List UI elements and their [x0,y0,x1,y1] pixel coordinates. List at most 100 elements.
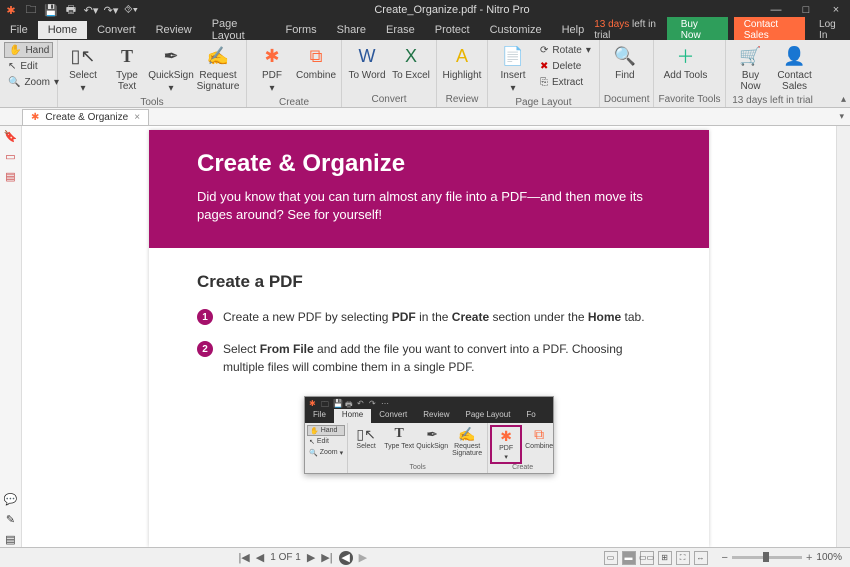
quick-access-toolbar: ✱ 🗀 💾 🖶 ↶▾ ↷▾ ⯑▾ [4,3,138,17]
minimize-button[interactable]: — [766,4,786,16]
zoom-in-button[interactable]: + [806,552,812,564]
view-single-button[interactable]: ▭ [604,551,618,565]
excel-icon: X [399,44,423,68]
tab-customize[interactable]: Customize [480,21,552,39]
document-viewport[interactable]: Create & Organize Did you know that you … [22,126,836,547]
delete-button[interactable]: ✖Delete [536,58,595,74]
tab-forms[interactable]: Forms [275,21,326,39]
step-number-2: 2 [197,341,213,357]
layers-icon[interactable]: ▤ [4,533,18,547]
tab-erase[interactable]: Erase [376,21,425,39]
vertical-scrollbar[interactable] [836,126,850,547]
close-button[interactable]: × [826,4,846,16]
cursor-icon: ↖ [8,61,16,72]
doc-header: Create & Organize Did you know that you … [149,130,709,248]
doc-subtitle: Did you know that you can turn almost an… [197,188,661,224]
tab-home[interactable]: Home [38,21,87,39]
combine-button[interactable]: ⧉Combine [295,42,337,83]
menu-bar: File Home Convert Review Page Layout For… [0,20,850,40]
step-1-text: Create a new PDF by selecting PDF in the… [223,308,645,326]
attachments-icon[interactable]: ▤ [4,170,18,184]
maximize-button[interactable]: □ [796,4,816,16]
inner-tabs: File Home Convert Review Page Layout Fo [305,409,553,423]
extract-button[interactable]: ⎘Extract [536,74,595,90]
cart-icon: 🛒 [739,44,763,68]
redo-icon[interactable]: ↷▾ [104,3,118,17]
to-excel-button[interactable]: XTo Excel [390,42,432,83]
request-signature-button[interactable]: ✍Request Signature [194,42,242,94]
document-tab-close[interactable]: × [134,112,140,123]
pdf-button[interactable]: ✱PDF▾ [251,42,293,96]
view-fullscreen-button[interactable]: ⛶ [676,551,690,565]
delete-icon: ✖ [540,61,548,72]
page-navigator: |◀ ◀ 1 OF 1 ▶ ▶| ◀ ▶ [8,551,598,565]
print-icon[interactable]: 🖶 [64,3,78,17]
insert-button[interactable]: 📄Insert▾ [492,42,534,96]
extract-icon: ⎘ [540,77,548,88]
open-icon[interactable]: 🗀 [24,3,38,17]
main-area: 🔖 ▭ ▤ 💬 ✎ ▤ Create & Organize Did you kn… [0,126,850,547]
tab-protect[interactable]: Protect [425,21,480,39]
tab-convert[interactable]: Convert [87,21,146,39]
find-button[interactable]: 🔍Find [604,42,646,83]
last-page-button[interactable]: ▶| [321,551,332,564]
type-text-button[interactable]: TType Text [106,42,148,94]
group-label-tools: Tools [62,96,242,110]
tab-share[interactable]: Share [327,21,376,39]
tabs-dropdown[interactable]: ▾ [839,111,844,122]
step-2-text: Select From File and add the file you wa… [223,340,661,376]
pdf-icon: ✱ [260,44,284,68]
view-facing-button[interactable]: ▭▭ [640,551,654,565]
zoom-tool[interactable]: 🔍Zoom ▾ [4,74,53,90]
undo-icon[interactable]: ↶▾ [84,3,98,17]
nav-back-button[interactable]: ◀ [339,551,353,565]
hand-tool[interactable]: ✋Hand [4,42,53,58]
comments-icon[interactable]: 💬 [4,493,18,507]
tab-review[interactable]: Review [146,21,202,39]
next-page-button[interactable]: ▶ [307,551,315,564]
document-tab[interactable]: ✱ Create & Organize × [22,109,149,125]
find-icon: 🔍 [613,44,637,68]
prev-page-button[interactable]: ◀ [256,551,264,564]
zoom-slider[interactable] [732,556,802,559]
view-facing-cont-button[interactable]: ⊞ [658,551,672,565]
pages-icon[interactable]: ▭ [4,150,18,164]
tab-file[interactable]: File [0,21,38,39]
zoom-level[interactable]: 100% [816,552,842,563]
buy-now-ribbon-button[interactable]: 🛒Buy Now [730,42,772,94]
group-label-favorite: Favorite Tools [658,93,720,107]
nav-forward-button[interactable]: ▶ [359,551,367,564]
rotate-button[interactable]: ⟳Rotate ▾ [536,42,595,58]
signatures-icon[interactable]: ✎ [4,513,18,527]
edit-tool[interactable]: ↖Edit [4,58,53,74]
save-icon[interactable]: 💾 [44,3,58,17]
contact-sales-ribbon-button[interactable]: 👤Contact Sales [774,42,816,94]
view-continuous-button[interactable]: ▬ [622,551,636,565]
page-indicator: 1 OF 1 [270,552,301,563]
document-tab-label: Create & Organize [45,112,128,123]
select-button[interactable]: ▯↖Select▾ [62,42,104,96]
combine-icon: ⧉ [304,44,328,68]
login-button[interactable]: Log In [819,19,842,41]
signature-icon: ✍ [206,44,230,68]
first-page-button[interactable]: |◀ [238,551,249,564]
highlight-button[interactable]: AHighlight [441,42,483,83]
ribbon-collapse-button[interactable]: ▴ [841,94,846,105]
inner-pdf-highlighted: ✱PDF▾ [490,425,522,464]
to-word-button[interactable]: WTo Word [346,42,388,83]
zoom-out-button[interactable]: − [722,552,728,564]
view-fit-button[interactable]: ↔ [694,551,708,565]
step-2: 2 Select From File and add the file you … [197,340,661,376]
trial-indicator: 13 days left in trial [594,19,660,41]
bookmarks-icon[interactable]: 🔖 [4,130,18,144]
section-title: Create a PDF [197,272,661,292]
tab-help[interactable]: Help [552,21,595,39]
add-tools-button[interactable]: ＋Add Tools [658,42,712,83]
group-label-view [4,93,53,107]
document-page: Create & Organize Did you know that you … [149,130,709,547]
view-controls: ▭ ▬ ▭▭ ⊞ ⛶ ↔ − + 100% [604,551,842,565]
quicksign-button[interactable]: ✒QuickSign▾ [150,42,192,96]
qat-more-icon[interactable]: ⯑▾ [124,3,138,17]
group-label-review: Review [441,93,483,107]
highlight-icon: A [450,44,474,68]
